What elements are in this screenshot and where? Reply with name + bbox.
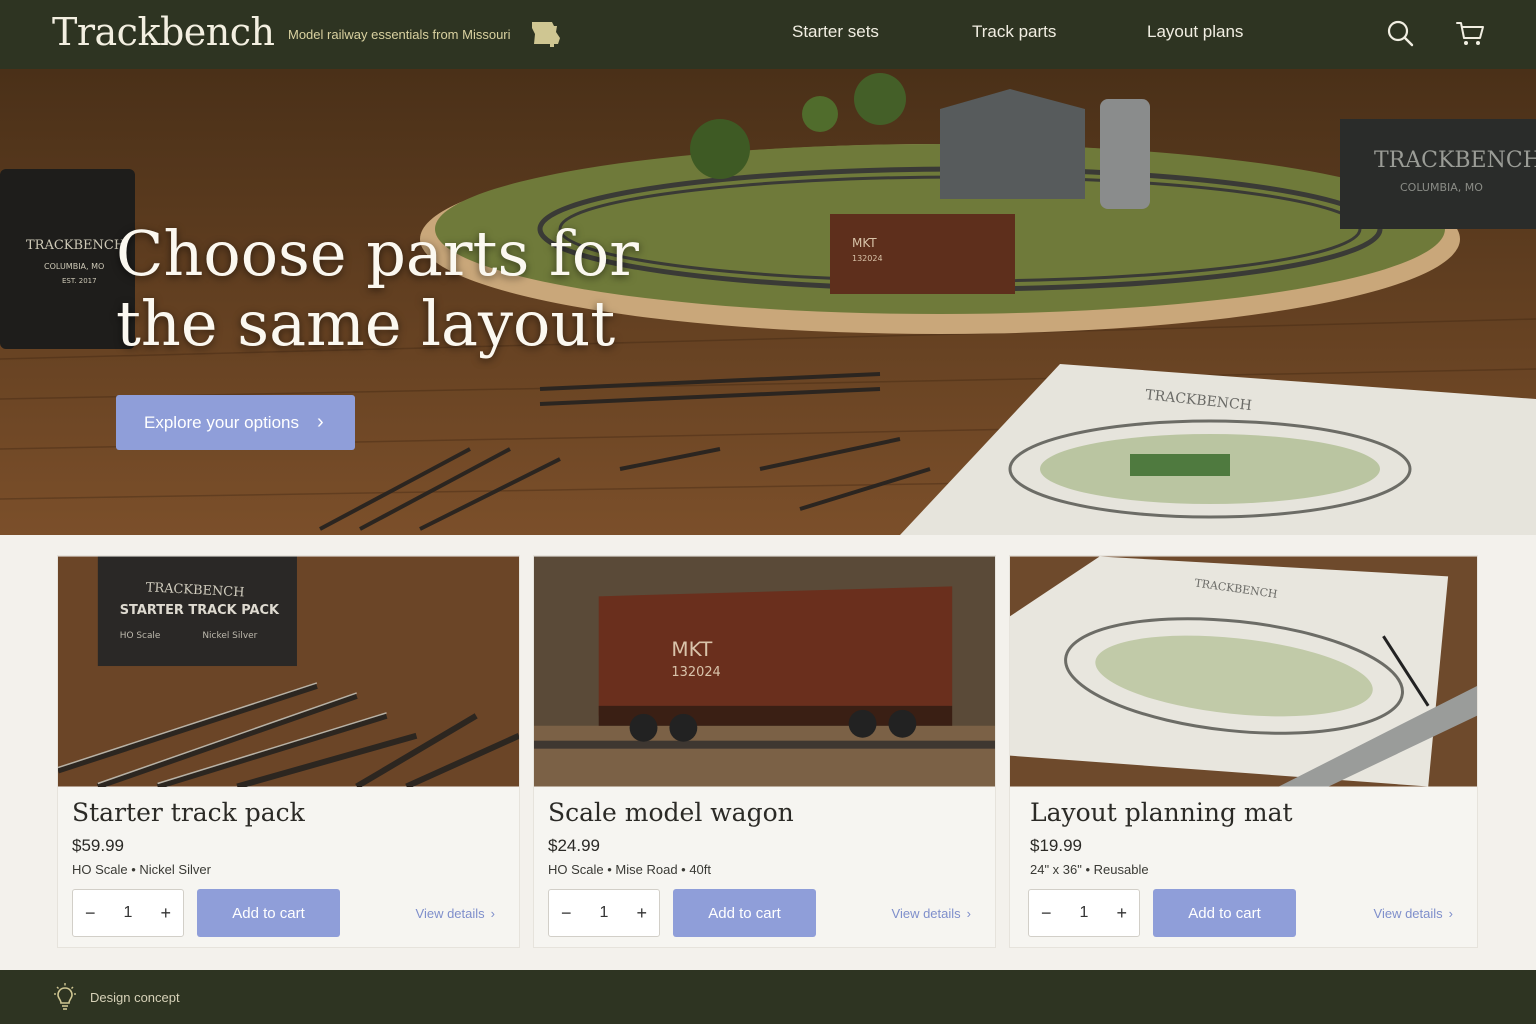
hero-banner: MKT 132024 TRACKBENCH COLUMBIA, MO TRACK…: [0, 69, 1536, 535]
search-icon[interactable]: [1385, 18, 1415, 48]
product-price: $59.99: [72, 836, 124, 855]
chevron-right-icon: ›: [490, 906, 495, 921]
nav-track-parts[interactable]: Track parts: [972, 22, 1056, 42]
svg-text:TRACKBENCH: TRACKBENCH: [1374, 148, 1536, 173]
cart-icon[interactable]: [1455, 18, 1485, 48]
quantity-stepper: − 1 +: [72, 889, 184, 937]
product-price: $24.99: [548, 836, 600, 855]
product-card-layout-planning-mat: TRACKBENCH Layout planning mat $19.99 24…: [1009, 555, 1478, 948]
hero-title: Choose parts for the same layout: [116, 217, 639, 360]
nav-layout-plans[interactable]: Layout plans: [1147, 22, 1243, 42]
add-to-cart-button[interactable]: Add to cart: [197, 889, 340, 937]
view-details-link[interactable]: View details ›: [892, 906, 971, 921]
svg-text:COLUMBIA, MO: COLUMBIA, MO: [44, 262, 104, 271]
view-details-label: View details: [415, 906, 485, 921]
design-concept-label: Design concept: [90, 990, 180, 1005]
product-title[interactable]: Starter track pack: [72, 798, 305, 827]
quantity-input[interactable]: 1: [124, 904, 133, 922]
site-footer: Design concept: [0, 970, 1536, 1024]
plus-icon[interactable]: +: [1116, 903, 1127, 924]
chevron-right-icon: ›: [1448, 906, 1453, 921]
product-specs: 24" x 36" • Reusable: [1030, 862, 1149, 877]
quantity-stepper: − 1 +: [1028, 889, 1140, 937]
site-header: Trackbench Model railway essentials from…: [0, 0, 1536, 69]
starter-track-pack-image[interactable]: TRACKBENCH STARTER TRACK PACK HO Scale N…: [58, 556, 519, 787]
svg-text:EST. 2017: EST. 2017: [62, 277, 97, 285]
add-to-cart-button[interactable]: Add to cart: [673, 889, 816, 937]
quantity-input[interactable]: 1: [600, 904, 609, 922]
svg-text:132024: 132024: [852, 254, 883, 263]
add-to-cart-button[interactable]: Add to cart: [1153, 889, 1296, 937]
view-details-label: View details: [1373, 906, 1443, 921]
chevron-right-icon: ›: [316, 411, 324, 433]
brand-logo[interactable]: Trackbench: [52, 10, 275, 54]
svg-text:TRACKBENCH: TRACKBENCH: [26, 238, 125, 253]
svg-text:Nickel Silver: Nickel Silver: [202, 631, 257, 641]
minus-icon[interactable]: −: [1041, 903, 1052, 924]
scale-model-wagon-image[interactable]: MKT 132024: [534, 556, 995, 787]
quantity-input[interactable]: 1: [1080, 904, 1089, 922]
svg-text:STARTER TRACK PACK: STARTER TRACK PACK: [120, 603, 280, 618]
view-details-label: View details: [891, 906, 961, 921]
product-specs: HO Scale • Nickel Silver: [72, 862, 211, 877]
view-details-link[interactable]: View details ›: [1374, 906, 1453, 921]
explore-options-button[interactable]: Explore your options ›: [116, 395, 355, 450]
layout-planning-mat-image[interactable]: TRACKBENCH: [1010, 556, 1477, 787]
plus-icon[interactable]: +: [636, 903, 647, 924]
product-card-starter-track-pack: TRACKBENCH STARTER TRACK PACK HO Scale N…: [57, 555, 520, 948]
explore-options-label: Explore your options: [144, 412, 299, 432]
missouri-state-icon: [532, 22, 560, 47]
chevron-right-icon: ›: [966, 906, 971, 921]
lightbulb-icon: [54, 983, 76, 1010]
svg-text:MKT: MKT: [671, 638, 713, 661]
product-price: $19.99: [1030, 836, 1082, 855]
svg-text:COLUMBIA, MO: COLUMBIA, MO: [1400, 181, 1483, 194]
svg-text:132024: 132024: [671, 665, 720, 680]
svg-text:MKT: MKT: [852, 236, 877, 250]
product-card-scale-model-wagon: MKT 132024 Scale model wagon $24.99 HO S…: [533, 555, 996, 948]
nav-starter-sets[interactable]: Starter sets: [792, 22, 879, 42]
product-title[interactable]: Scale model wagon: [548, 798, 794, 827]
view-details-link[interactable]: View details ›: [416, 906, 495, 921]
plus-icon[interactable]: +: [160, 903, 171, 924]
svg-text:HO Scale: HO Scale: [120, 631, 161, 641]
product-title[interactable]: Layout planning mat: [1030, 798, 1293, 827]
brand-tagline: Model railway essentials from Missouri: [288, 27, 511, 42]
product-specs: HO Scale • Mise Road • 40ft: [548, 862, 712, 877]
quantity-stepper: − 1 +: [548, 889, 660, 937]
minus-icon[interactable]: −: [561, 903, 572, 924]
minus-icon[interactable]: −: [85, 903, 96, 924]
